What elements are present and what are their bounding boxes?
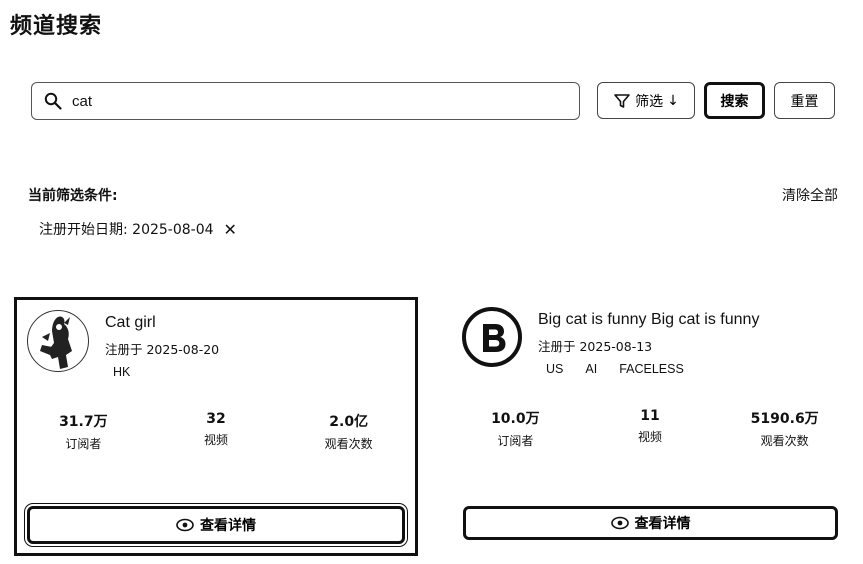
tag: US [546, 362, 564, 376]
stat-label: 视频 [638, 430, 663, 444]
stat-value: 32 [206, 411, 226, 427]
channel-name[interactable]: Big cat is funny Big cat is funny [538, 311, 759, 329]
stat-videos: 32 视频 [150, 411, 283, 452]
reset-button[interactable]: 重置 [774, 82, 835, 119]
stat-value: 5190.6万 [750, 411, 819, 427]
stat-label: 订阅者 [497, 434, 534, 448]
filter-chip: 注册开始日期: 2025-08-04 ✕ [39, 219, 237, 239]
stat-label: 观看次数 [760, 434, 809, 448]
tag-list: HK [113, 365, 130, 379]
filter-button[interactable]: 筛选 ↓ [597, 82, 695, 119]
view-details-label: 查看详情 [200, 518, 256, 534]
tag-list: US AI FACELESS [546, 362, 684, 376]
view-details-button[interactable]: 查看详情 [463, 506, 838, 540]
stat-label: 视频 [204, 433, 229, 447]
stat-value: 31.7万 [59, 414, 108, 430]
filter-button-label: 筛选 [635, 93, 664, 110]
stat-label: 观看次数 [324, 437, 373, 451]
stat-videos: 11 视频 [583, 408, 718, 449]
registration-date: 注册于 2025-08-13 [538, 339, 653, 354]
channel-name[interactable]: Cat girl [105, 314, 156, 332]
registration-date: 注册于 2025-08-20 [105, 342, 220, 357]
page-title: 频道搜索 [10, 13, 103, 38]
tag: FACELESS [619, 362, 684, 376]
search-box[interactable] [31, 82, 580, 120]
arrow-down-icon: ↓ [667, 92, 679, 109]
clear-all-link[interactable]: 清除全部 [782, 185, 838, 205]
eye-icon [176, 518, 194, 532]
search-input[interactable] [72, 92, 552, 110]
stat-value: 2.0亿 [329, 414, 369, 430]
view-details-button[interactable]: 查看详情 [27, 506, 405, 544]
stat-label: 订阅者 [65, 437, 102, 451]
stat-subscribers: 10.0万 订阅者 [448, 408, 583, 449]
search-button[interactable]: 搜索 [704, 82, 765, 119]
filter-chip-label: 注册开始日期: 2025-08-04 [39, 222, 214, 238]
filter-icon [614, 93, 630, 108]
view-details-label: 查看详情 [634, 516, 691, 532]
eye-icon [610, 516, 629, 530]
avatar [462, 307, 522, 367]
stats-row: 31.7万 订阅者 32 视频 2.0亿 观看次数 [17, 411, 415, 452]
tag: AI [585, 362, 598, 376]
stat-views: 5190.6万 观看次数 [717, 408, 852, 449]
filter-conditions-title: 当前筛选条件: [28, 188, 118, 204]
stats-row: 10.0万 订阅者 11 视频 5190.6万 观看次数 [448, 408, 852, 449]
close-icon[interactable]: ✕ [224, 220, 237, 239]
channel-card: Big cat is funny Big cat is funny 注册于 20… [448, 297, 852, 556]
avatar [27, 310, 89, 372]
stat-value: 10.0万 [491, 411, 540, 427]
stat-value: 11 [640, 408, 660, 424]
tag: HK [113, 365, 131, 379]
channel-card: Cat girl 注册于 2025-08-20 HK 31.7万 订阅者 32 … [14, 297, 418, 556]
search-icon [44, 92, 62, 110]
stat-views: 2.0亿 观看次数 [282, 411, 415, 452]
stat-subscribers: 31.7万 订阅者 [17, 411, 150, 452]
